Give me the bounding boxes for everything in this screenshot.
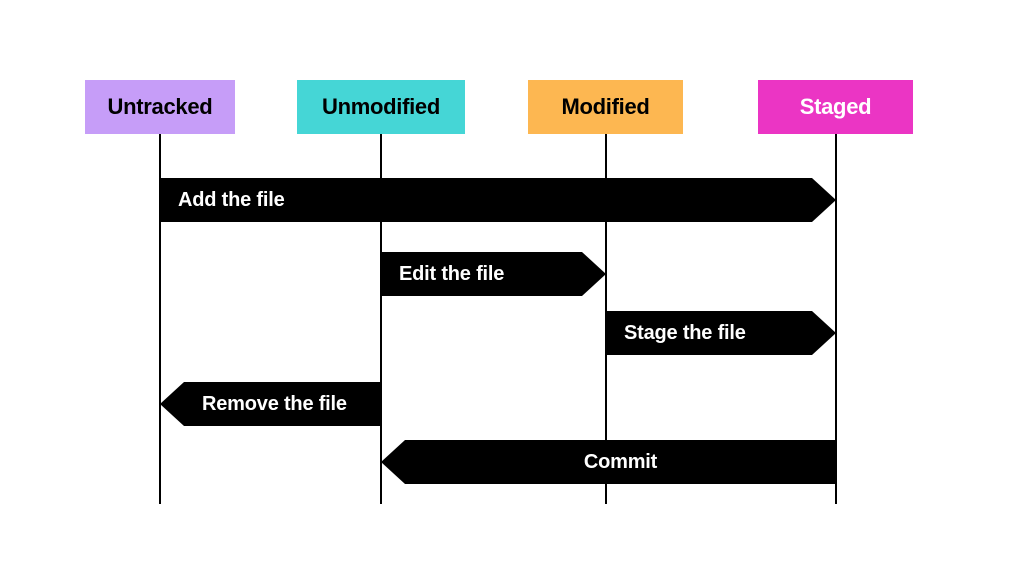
state-untracked: Untracked xyxy=(85,80,235,134)
state-modified: Modified xyxy=(528,80,683,134)
transition-staged-to-unmodified: Commit xyxy=(405,440,836,484)
transition-untracked-to-staged: Add the file xyxy=(160,178,812,222)
arrow-head-right-icon xyxy=(812,311,836,355)
transition-modified-to-staged: Stage the file xyxy=(606,311,812,355)
git-file-lifecycle-diagram: Untracked Unmodified Modified Staged Add the… xyxy=(0,0,1024,576)
arrow-head-left-icon xyxy=(381,440,405,484)
state-staged: Staged xyxy=(758,80,913,134)
arrow-head-left-icon xyxy=(160,382,184,426)
transition-label: Stage the file xyxy=(624,322,746,345)
transition-unmodified-to-untracked: Remove the file xyxy=(184,382,381,426)
state-unmodified: Unmodified xyxy=(297,80,465,134)
transition-label: Add the file xyxy=(178,189,285,212)
transition-label: Remove the file xyxy=(202,393,347,416)
transition-unmodified-to-modified: Edit the file xyxy=(381,252,582,296)
transition-label: Edit the file xyxy=(399,263,504,286)
arrow-head-right-icon xyxy=(582,252,606,296)
transition-label: Commit xyxy=(584,451,657,474)
arrow-head-right-icon xyxy=(812,178,836,222)
